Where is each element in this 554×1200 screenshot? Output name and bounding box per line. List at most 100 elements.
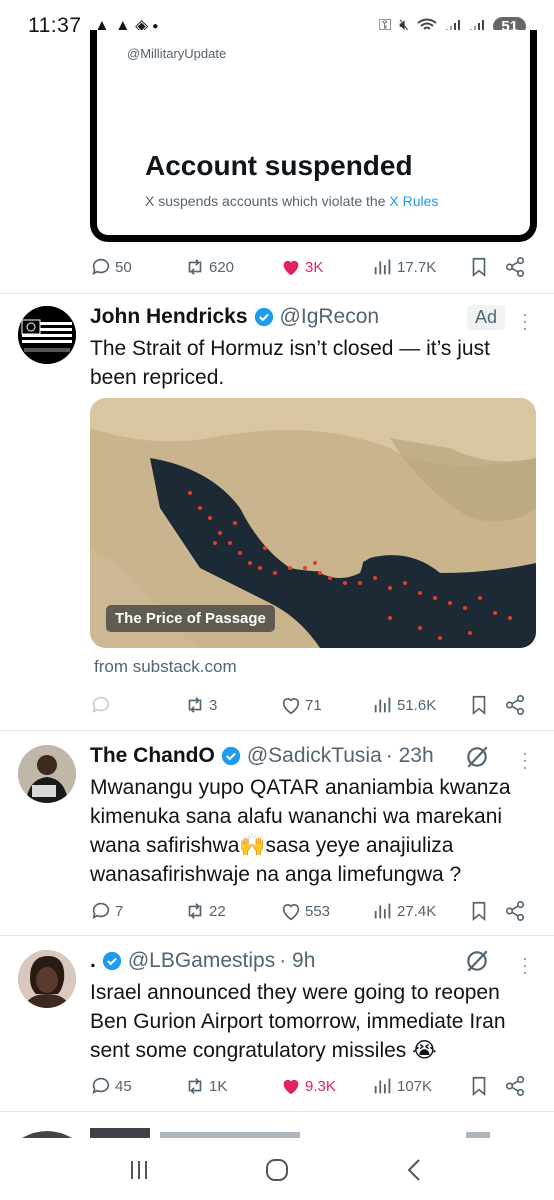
views-icon (374, 903, 391, 919)
tweet-text: Israel announced they were going to reop… (90, 981, 506, 1062)
repost-button[interactable]: 3 (184, 694, 280, 716)
post-time: · 23h (385, 744, 434, 767)
views-icon (374, 1078, 391, 1094)
grok-icon[interactable] (464, 948, 490, 974)
bookmark-icon (472, 695, 486, 716)
author-name[interactable]: The ChandO (90, 744, 215, 768)
flag-avatar-icon (18, 306, 76, 364)
repost-count: 3 (209, 696, 218, 714)
repost-icon (188, 903, 202, 919)
system-nav-bar (0, 1140, 554, 1200)
reply-count: 50 (115, 258, 132, 276)
views-button[interactable]: 27.4K (372, 900, 468, 922)
divider (0, 1111, 554, 1112)
more-options-icon[interactable]: · · · (520, 305, 530, 337)
like-count: 553 (305, 902, 331, 920)
tweet-header: . @LBGamestips · 9h (90, 949, 315, 973)
reply-icon (92, 902, 110, 919)
repost-count: 22 (209, 902, 226, 920)
heart-filled-icon (283, 260, 299, 276)
views-button[interactable]: 51.6K (372, 694, 468, 716)
suspended-title: Account suspended (145, 150, 413, 181)
tweet-header: John Hendricks @IgRecon (90, 305, 379, 329)
reply-icon (92, 258, 110, 275)
more-options-icon[interactable]: · · · (520, 744, 530, 776)
author-handle[interactable]: @SadickTusia (247, 744, 382, 768)
author-handle[interactable]: @LBGamestips (128, 949, 275, 973)
share-icon (505, 901, 525, 921)
repost-button[interactable]: 1K (184, 1075, 280, 1097)
like-count: 71 (305, 696, 322, 714)
tweet-text: Mwanangu yupo QATAR ananiambia kwanza ki… (90, 776, 511, 886)
recent-apps-icon[interactable] (124, 1155, 154, 1185)
quoted-tweet-card[interactable]: @MillitaryUpdate Account suspended X sus… (90, 30, 537, 242)
avatar[interactable] (18, 745, 76, 803)
home-icon[interactable] (262, 1155, 292, 1185)
bookmark-button[interactable] (468, 256, 504, 278)
verified-badge-icon (254, 307, 273, 327)
share-button[interactable] (504, 1075, 530, 1097)
repost-button[interactable]: 22 (184, 900, 280, 922)
author-name[interactable]: John Hendricks (90, 305, 248, 329)
bookmark-icon (472, 1076, 486, 1097)
views-count: 17.7K (397, 258, 437, 276)
status-time: 11:37 (28, 14, 82, 37)
share-button[interactable] (504, 694, 530, 716)
views-button[interactable]: 107K (372, 1075, 468, 1097)
like-button[interactable]: 71 (280, 694, 372, 716)
verified-badge-icon (102, 951, 122, 971)
views-count: 27.4K (397, 902, 437, 920)
heart-filled-icon (283, 1079, 299, 1095)
reply-button[interactable]: 50 (90, 256, 184, 278)
repost-count: 620 (209, 258, 235, 276)
link-card[interactable]: The Price of Passage (90, 398, 536, 648)
tweet-text: The Strait of Hormuz isn’t closed — it’s… (90, 337, 490, 389)
repost-icon (188, 1078, 202, 1094)
divider (0, 935, 554, 936)
reply-button[interactable] (90, 694, 184, 716)
like-count: 9.3K (305, 1077, 336, 1095)
views-button[interactable]: 17.7K (372, 256, 468, 278)
card-source[interactable]: from substack.com (94, 657, 237, 677)
tweet-header: The ChandO @SadickTusia · 23h (90, 744, 434, 768)
avatar[interactable] (18, 306, 76, 364)
reply-button[interactable]: 7 (90, 900, 184, 922)
bookmark-button[interactable] (468, 900, 504, 922)
heart-icon (282, 904, 300, 921)
like-button[interactable]: 9.3K (280, 1075, 372, 1097)
reply-icon (92, 696, 110, 713)
quoted-handle: @MillitaryUpdate (127, 46, 227, 61)
x-rules-link[interactable]: X Rules (389, 193, 438, 209)
tweet-actions: 3 71 51.6K (90, 690, 530, 720)
views-count: 107K (397, 1077, 433, 1095)
reply-count: 45 (115, 1077, 132, 1095)
more-options-icon[interactable]: · · · (520, 949, 530, 981)
author-name[interactable]: . (90, 949, 96, 973)
like-button[interactable]: 3K (280, 256, 372, 278)
heart-icon (282, 698, 300, 715)
next-tweet-fragment (22, 1128, 490, 1138)
tweet-actions: 50 620 3K 17.7K (90, 252, 530, 282)
share-button[interactable] (504, 256, 530, 278)
bookmark-icon (472, 257, 486, 278)
like-button[interactable]: 553 (280, 900, 372, 922)
card-caption: The Price of Passage (106, 605, 275, 632)
grok-icon[interactable] (464, 744, 490, 770)
author-handle[interactable]: @IgRecon (280, 305, 380, 329)
bookmark-button[interactable] (468, 1075, 504, 1097)
repost-button[interactable]: 620 (184, 256, 280, 278)
person-avatar-icon (18, 950, 76, 1008)
avatar[interactable] (18, 950, 76, 1008)
share-button[interactable] (504, 900, 530, 922)
share-icon (505, 695, 525, 715)
like-count: 3K (305, 258, 324, 276)
divider (0, 293, 554, 294)
reply-button[interactable]: 45 (90, 1075, 184, 1097)
reply-count: 7 (115, 902, 124, 920)
views-icon (374, 697, 391, 713)
back-icon[interactable] (400, 1155, 430, 1185)
person-avatar-icon (18, 745, 76, 803)
bookmark-button[interactable] (468, 694, 504, 716)
repost-icon (188, 697, 202, 713)
views-count: 51.6K (397, 696, 437, 714)
